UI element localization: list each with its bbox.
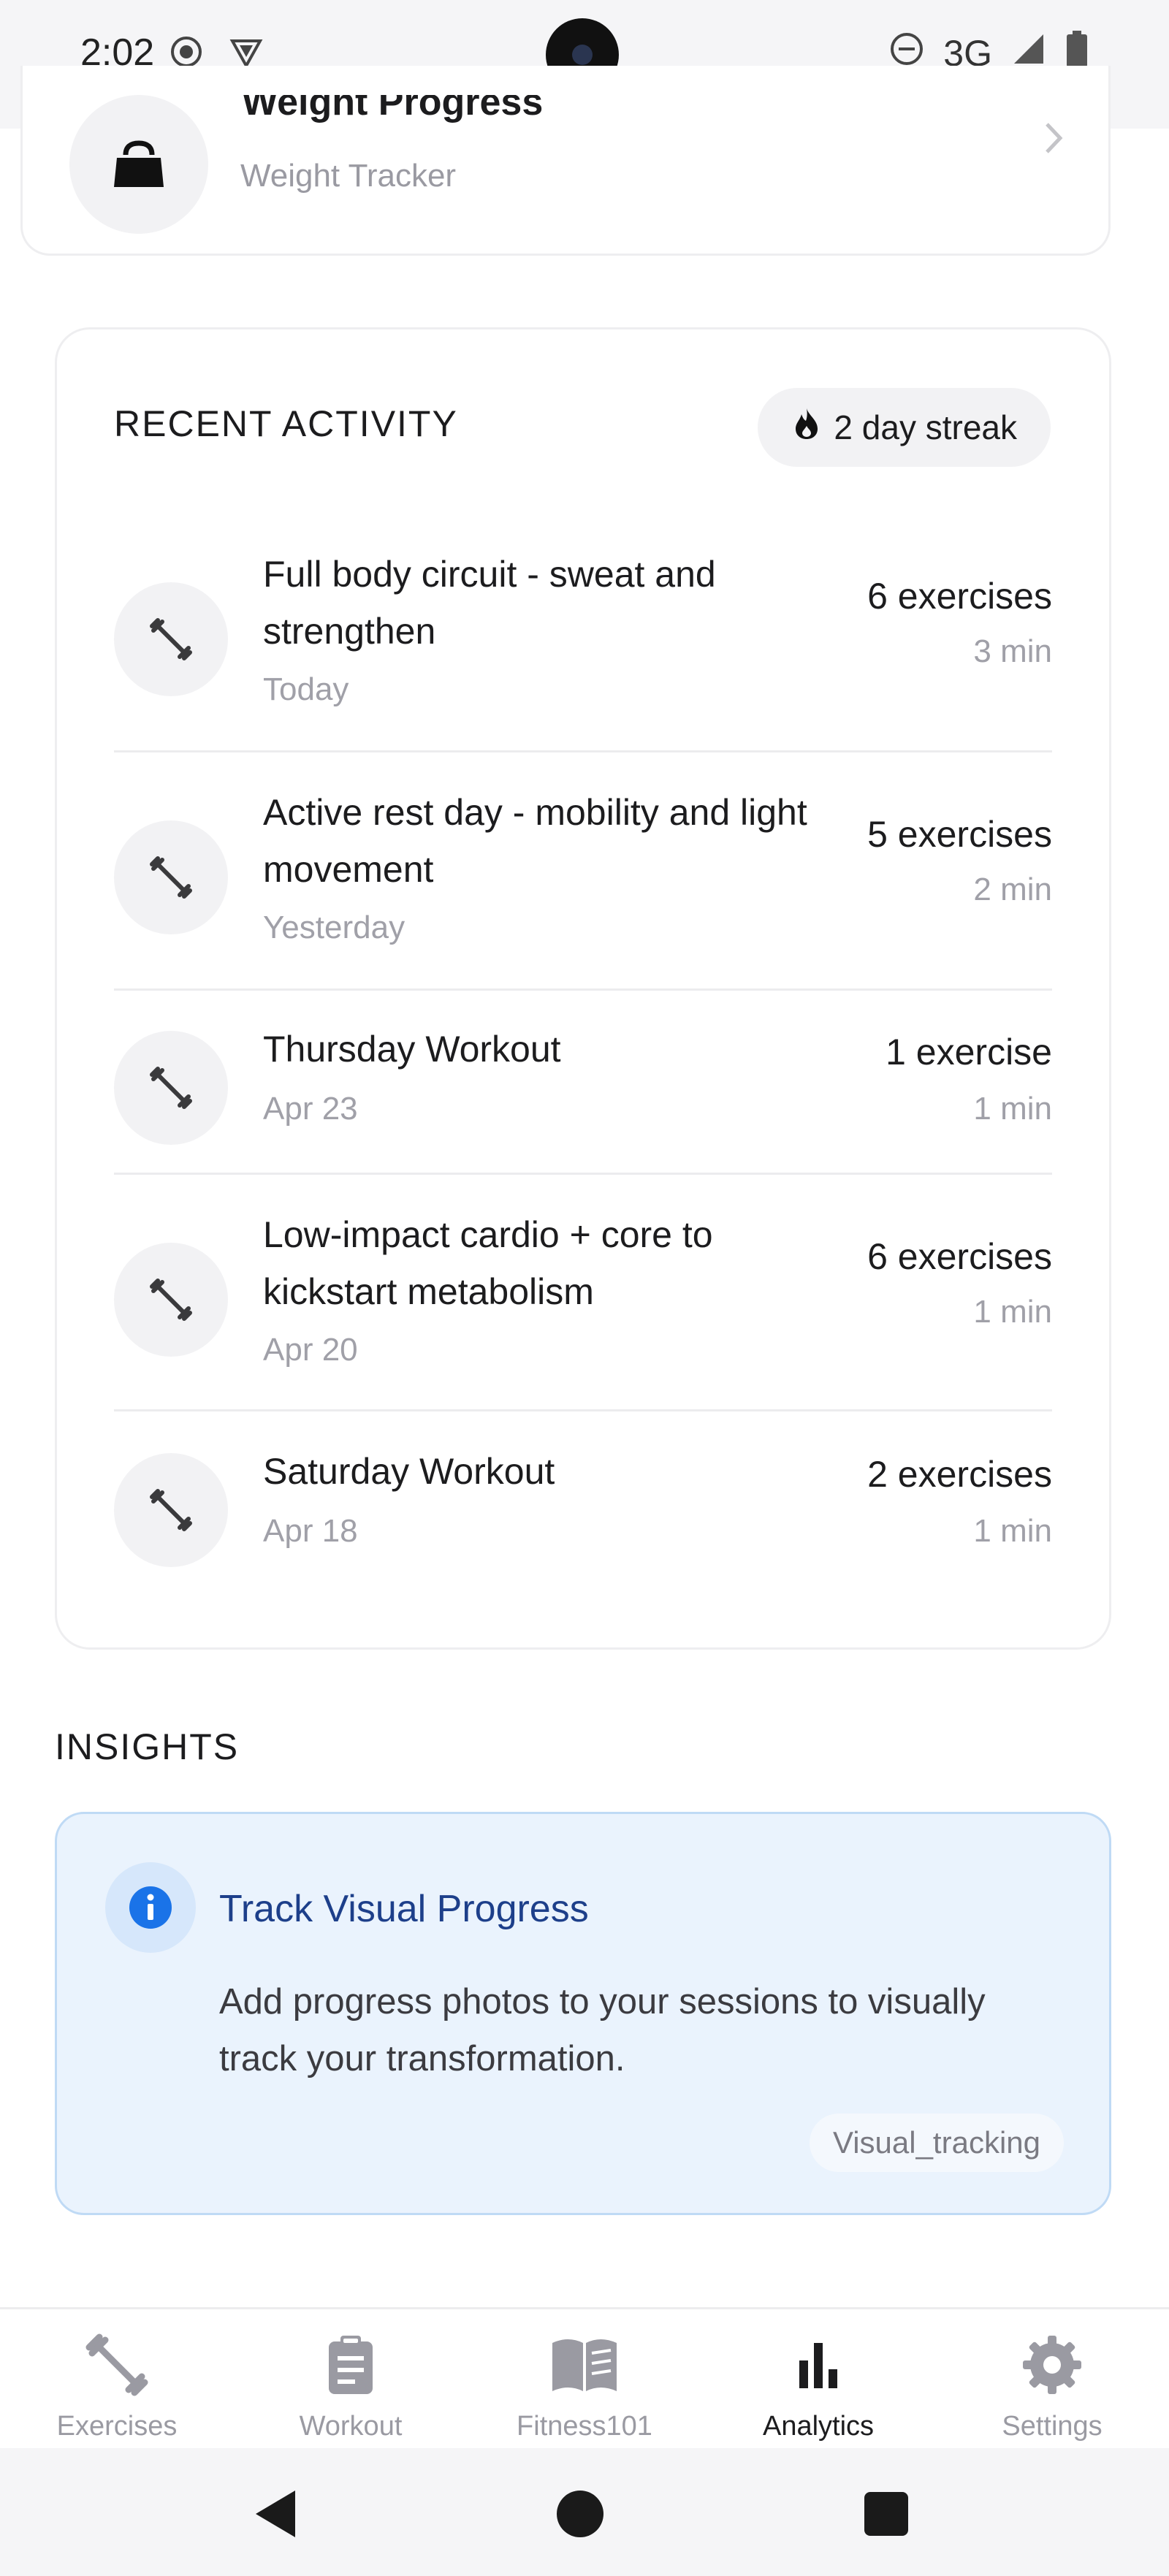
dumbbell-icon	[114, 1031, 228, 1145]
home-icon[interactable]	[557, 2491, 603, 2537]
bottom-nav: Exercises Workout Fitness101 Analytics S…	[0, 2307, 1169, 2448]
activity-exercise-count: 1 exercise	[886, 1032, 1052, 1072]
nav-label: Workout	[299, 2411, 403, 2442]
activity-duration: 1 min	[973, 1294, 1052, 1330]
activity-duration: 1 min	[973, 1513, 1052, 1549]
activity-duration: 1 min	[973, 1091, 1052, 1127]
activity-date: Today	[263, 671, 349, 707]
activity-date: Yesterday	[263, 910, 405, 945]
activity-date: Apr 23	[263, 1091, 358, 1127]
nav-item-workout[interactable]: Workout	[234, 2309, 468, 2448]
weight-progress-card[interactable]: Weight Progress Weight Tracker	[20, 66, 1111, 256]
row-divider	[114, 988, 1052, 991]
activity-exercise-count: 2 exercises	[867, 1454, 1052, 1495]
dumbbell-icon	[114, 582, 228, 696]
dumbbell-icon	[85, 2333, 149, 2401]
streak-label: 2 day streak	[834, 408, 1017, 446]
activity-title: Active rest day - mobility and light mov…	[263, 792, 807, 890]
dumbbell-icon	[114, 1453, 228, 1567]
book-icon	[549, 2333, 620, 2401]
nav-label: Exercises	[56, 2411, 178, 2442]
insight-card[interactable]: Track Visual Progress Add progress photo…	[55, 1812, 1111, 2215]
activity-duration: 3 min	[973, 633, 1052, 669]
insights-header: INSIGHTS	[55, 1726, 240, 1767]
insight-body: Add progress photos to your sessions to …	[219, 1982, 986, 2078]
nav-item-exercises[interactable]: Exercises	[0, 2309, 234, 2448]
clipboard-icon	[319, 2333, 383, 2401]
activity-duration: 2 min	[973, 872, 1052, 907]
activity-row[interactable]: Thursday Workout Apr 23 1 exercise 1 min	[114, 1021, 1052, 1152]
info-icon	[105, 1862, 196, 1953]
gear-icon	[1020, 2333, 1084, 2401]
recent-activity-header: RECENT ACTIVITY	[114, 403, 458, 444]
system-nav-bar	[0, 2448, 1169, 2576]
nav-item-analytics[interactable]: Analytics	[701, 2309, 935, 2448]
activity-exercise-count: 6 exercises	[867, 576, 1052, 617]
nav-label: Settings	[1002, 2411, 1103, 2442]
chevron-right-icon	[1043, 121, 1065, 159]
nav-item-fitness101[interactable]: Fitness101	[468, 2309, 701, 2448]
activity-exercise-count: 6 exercises	[867, 1236, 1052, 1277]
recent-apps-icon[interactable]	[864, 2492, 908, 2536]
activity-title: Low-impact cardio + core to kickstart me…	[263, 1214, 713, 1312]
recent-activity-card: RECENT ACTIVITY 2 day streak Full body c…	[55, 327, 1111, 1650]
nav-item-settings[interactable]: Settings	[935, 2309, 1169, 2448]
dumbbell-icon	[114, 1243, 228, 1357]
activity-row[interactable]: Full body circuit - sweat and strengthen…	[114, 546, 1052, 728]
back-icon[interactable]	[253, 2488, 298, 2544]
nav-label: Analytics	[762, 2411, 875, 2442]
activity-exercise-count: 5 exercises	[867, 814, 1052, 855]
weight-card-title: Weight Progress	[242, 95, 544, 123]
nav-label: Fitness101	[517, 2411, 652, 2442]
activity-title: Full body circuit - sweat and strengthen	[263, 554, 716, 652]
activity-row[interactable]: Saturday Workout Apr 18 2 exercises 1 mi…	[114, 1443, 1052, 1574]
flame-icon	[793, 407, 820, 449]
row-divider	[114, 1173, 1052, 1175]
dumbbell-icon	[114, 820, 228, 934]
activity-date: Apr 18	[263, 1513, 358, 1549]
activity-row[interactable]: Active rest day - mobility and light mov…	[114, 784, 1052, 967]
insight-title: Track Visual Progress	[219, 1888, 589, 1930]
activity-title: Saturday Workout	[263, 1451, 555, 1492]
insight-tag: Visual_tracking	[809, 2114, 1064, 2172]
activity-row[interactable]: Low-impact cardio + core to kickstart me…	[114, 1206, 1052, 1389]
bar-chart-icon	[786, 2333, 850, 2401]
kettlebell-icon	[69, 95, 208, 234]
streak-badge: 2 day streak	[758, 388, 1051, 467]
activity-title: Thursday Workout	[263, 1029, 561, 1070]
activity-date: Apr 20	[263, 1332, 358, 1368]
row-divider	[114, 1409, 1052, 1411]
weight-card-subtitle: Weight Tracker	[240, 158, 457, 194]
row-divider	[114, 750, 1052, 752]
